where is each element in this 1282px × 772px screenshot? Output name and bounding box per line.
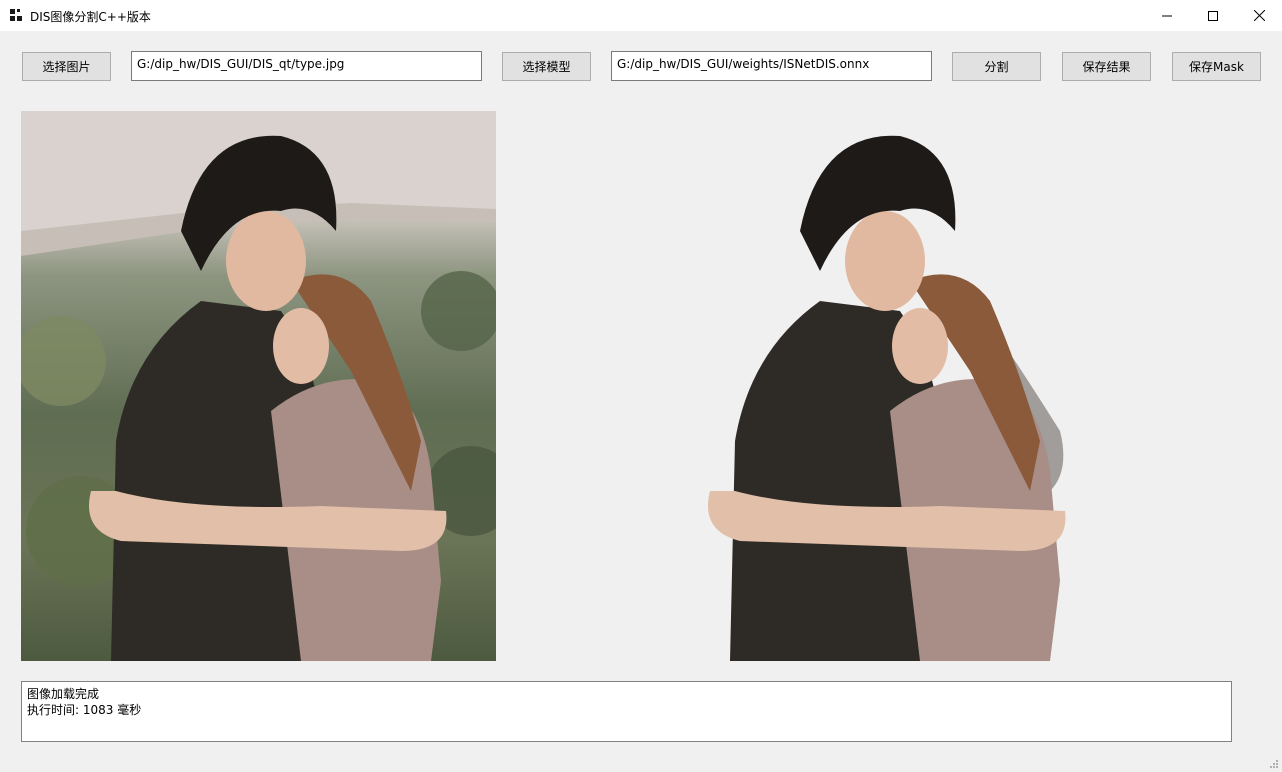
original-photo [21, 111, 496, 661]
close-button[interactable] [1236, 0, 1282, 31]
select-image-button[interactable]: 选择图片 [22, 52, 111, 81]
original-image [21, 111, 496, 661]
model-path-field[interactable]: G:/dip_hw/DIS_GUI/weights/ISNetDIS.onnx [611, 51, 932, 81]
segmented-photo [708, 135, 1066, 661]
minimize-button[interactable] [1144, 0, 1190, 31]
save-result-button[interactable]: 保存结果 [1062, 52, 1151, 81]
save-mask-button[interactable]: 保存Mask [1172, 52, 1261, 81]
window-title: DIS图像分割C++版本 [30, 10, 151, 24]
minimize-icon [1162, 15, 1172, 16]
resize-grip-icon[interactable] [1269, 759, 1279, 769]
title-bar: DIS图像分割C++版本 [0, 0, 1282, 31]
close-icon [1253, 10, 1265, 21]
log-line: 执行时间: 1083 毫秒 [27, 703, 142, 717]
select-model-button[interactable]: 选择模型 [502, 52, 591, 81]
image-path-field[interactable]: G:/dip_hw/DIS_GUI/DIS_qt/type.jpg [131, 51, 482, 81]
segment-button[interactable]: 分割 [952, 52, 1041, 81]
maximize-button[interactable] [1190, 0, 1236, 31]
log-output[interactable]: 图像加载完成 执行时间: 1083 毫秒 [21, 681, 1232, 742]
log-line: 图像加载完成 [27, 687, 100, 701]
segmented-image [640, 111, 1120, 661]
app-grid-icon [10, 9, 22, 21]
maximize-icon [1208, 10, 1218, 21]
